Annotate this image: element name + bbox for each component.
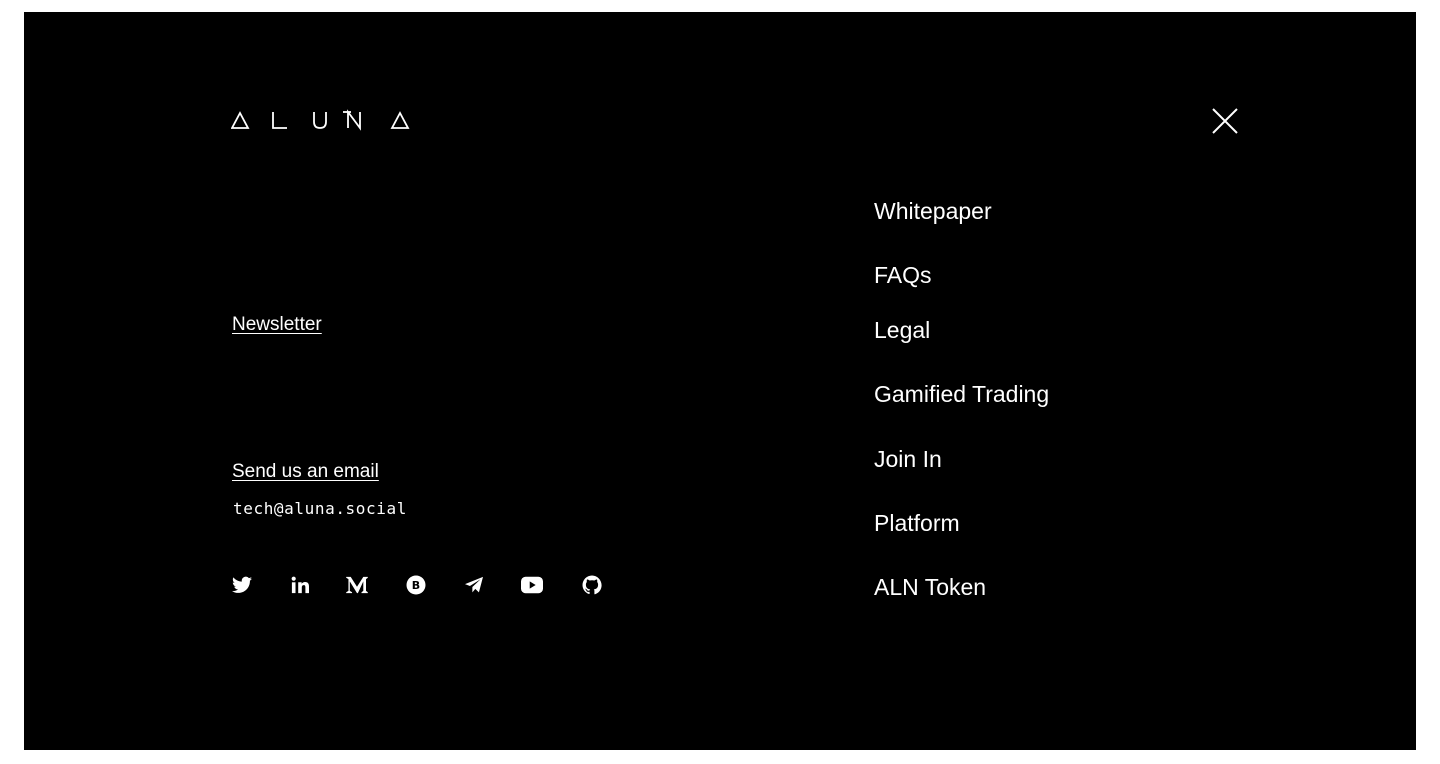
email-address: tech@aluna.social [233, 499, 407, 518]
nav-item-faqs[interactable]: FAQs [874, 262, 932, 289]
medium-icon[interactable] [346, 574, 368, 596]
nav-item-gamified-trading[interactable]: Gamified Trading [874, 381, 1049, 408]
menu-overlay: Newsletter Send us an email tech@aluna.s… [24, 12, 1416, 750]
telegram-icon[interactable] [463, 574, 485, 596]
social-links: B [231, 574, 631, 598]
nav-item-legal[interactable]: Legal [874, 317, 930, 344]
newsletter-link[interactable]: Newsletter [232, 314, 322, 336]
aluna-logo[interactable] [231, 109, 411, 131]
youtube-icon[interactable] [521, 574, 543, 596]
bitcoin-icon[interactable]: B [405, 574, 427, 596]
send-email-link[interactable]: Send us an email [232, 461, 379, 483]
svg-text:B: B [412, 579, 420, 592]
nav-item-join-in[interactable]: Join In [874, 446, 942, 473]
linkedin-icon[interactable] [289, 574, 311, 596]
aluna-logo-mark [231, 109, 410, 131]
github-icon[interactable] [581, 574, 603, 596]
nav-item-platform[interactable]: Platform [874, 510, 960, 537]
main-navigation: Whitepaper FAQs Legal Gamified Trading J… [874, 12, 1274, 712]
twitter-icon[interactable] [231, 574, 253, 596]
nav-item-aln-token[interactable]: ALN Token [874, 574, 986, 601]
nav-item-whitepaper[interactable]: Whitepaper [874, 198, 992, 225]
